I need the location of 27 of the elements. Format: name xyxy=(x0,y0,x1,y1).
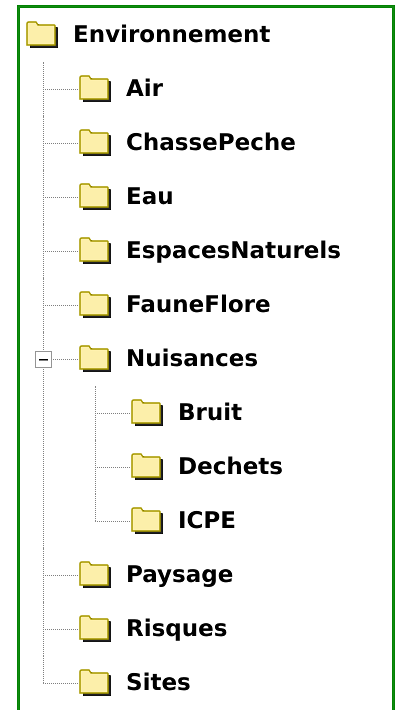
folder-label[interactable]: Bruit xyxy=(178,400,242,426)
folder-icon xyxy=(78,669,112,697)
folder-icon xyxy=(78,561,112,589)
folder-icon xyxy=(78,345,112,373)
folder-label[interactable]: Paysage xyxy=(126,562,234,588)
folder-icon xyxy=(130,507,164,535)
folder-icon xyxy=(78,237,112,265)
folder-label[interactable]: ChassePeche xyxy=(126,130,296,156)
folder-icon xyxy=(78,129,112,157)
folder-icon xyxy=(78,291,112,319)
folder-icon xyxy=(78,615,112,643)
folder-icon xyxy=(130,453,164,481)
folder-label[interactable]: Air xyxy=(126,76,164,102)
folder-label[interactable]: Risques xyxy=(126,616,228,642)
folder-label[interactable]: Sites xyxy=(126,670,191,696)
folder-label[interactable]: Eau xyxy=(126,184,174,210)
folder-label[interactable]: Nuisances xyxy=(126,346,258,372)
folder-label[interactable]: FauneFlore xyxy=(126,292,271,318)
folder-icon xyxy=(130,399,164,427)
folder-label[interactable]: ICPE xyxy=(178,508,236,534)
folder-icon xyxy=(78,75,112,103)
folder-label[interactable]: Dechets xyxy=(178,454,283,480)
folder-icon xyxy=(78,183,112,211)
collapse-button[interactable] xyxy=(35,351,52,368)
folder-label[interactable]: Environnement xyxy=(73,22,270,48)
folder-icon xyxy=(25,21,59,49)
folder-label[interactable]: EspacesNaturels xyxy=(126,238,341,264)
